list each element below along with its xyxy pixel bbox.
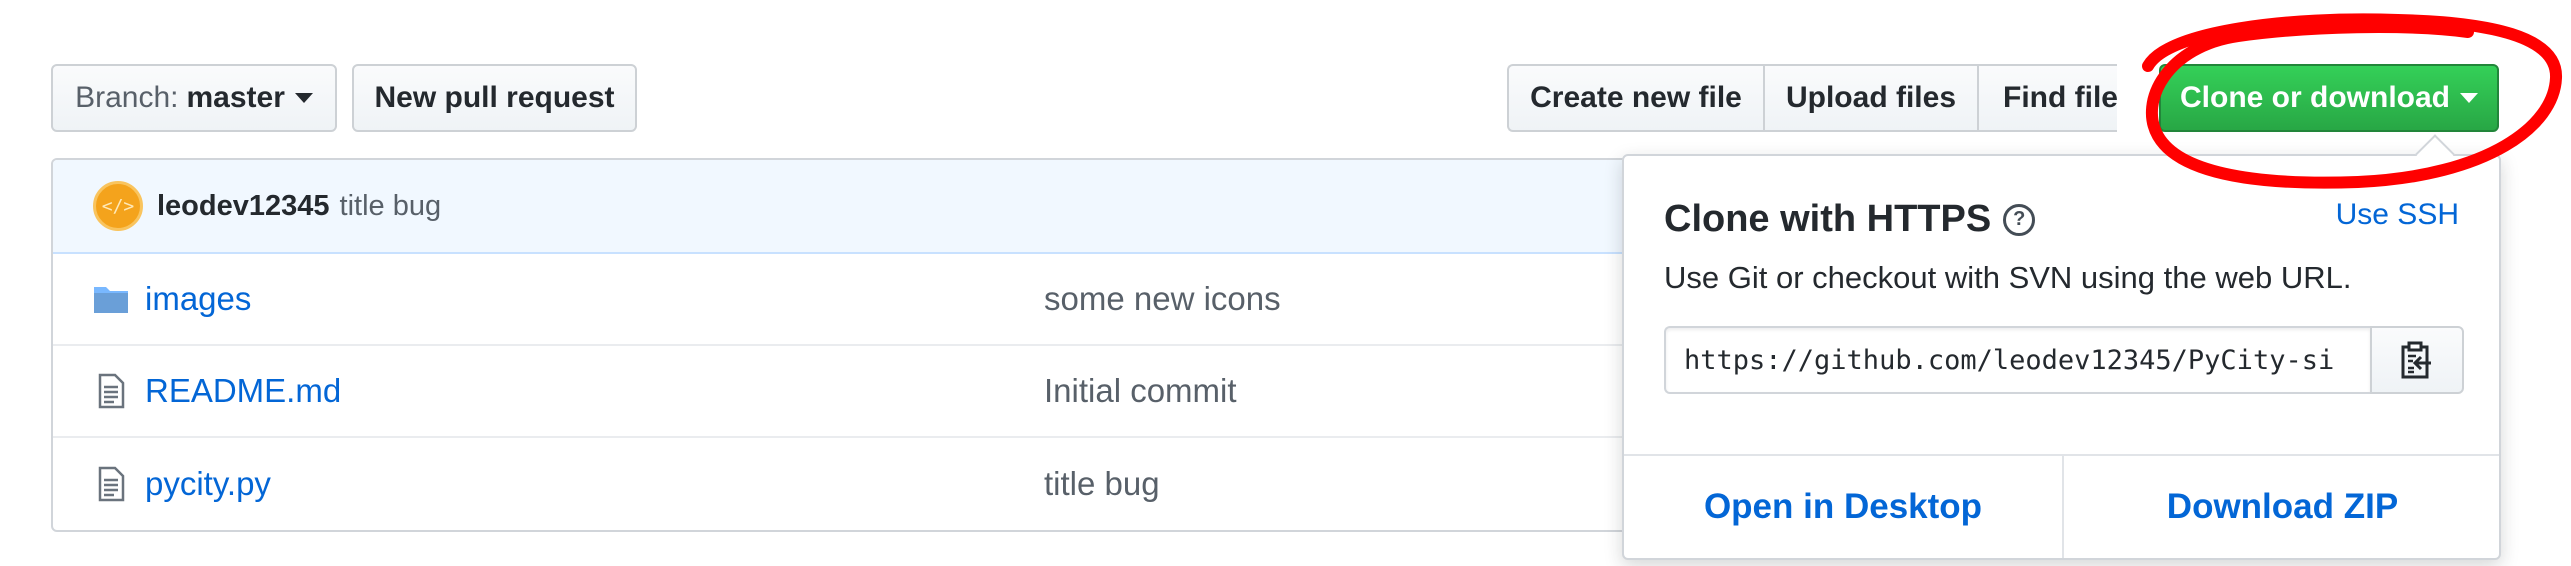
find-file-button[interactable]: Find file: [1977, 64, 2117, 132]
file-commit-message[interactable]: some new icons: [1044, 280, 1281, 318]
upload-files-label: Upload files: [1785, 81, 1957, 114]
find-file-label: Find file: [2003, 81, 2117, 114]
new-pull-request-label: New pull request: [374, 81, 615, 114]
branch-prefix: Branch:: [75, 81, 179, 114]
upload-files-button[interactable]: Upload files: [1763, 64, 1977, 132]
folder-icon: [94, 287, 128, 313]
commit-author[interactable]: leodev12345: [157, 190, 330, 223]
copy-to-clipboard-button[interactable]: [2370, 326, 2464, 394]
clipboard-icon: [2401, 341, 2431, 379]
clone-url-group: [1664, 326, 2464, 394]
question-icon[interactable]: ?: [2003, 203, 2036, 236]
file-actions-group: Create new file Upload files Find file: [1507, 64, 2117, 132]
branch-name: master: [186, 81, 285, 114]
create-new-file-label: Create new file: [1530, 81, 1742, 114]
clone-description: Use Git or checkout with SVN using the w…: [1664, 260, 2352, 295]
file-name-link[interactable]: pycity.py: [145, 465, 271, 503]
file-name-link[interactable]: images: [145, 280, 251, 318]
clone-title: Clone with HTTPS ?: [1664, 198, 2036, 241]
download-zip-button[interactable]: Download ZIP: [2064, 454, 2501, 560]
create-new-file-button[interactable]: Create new file: [1507, 64, 1763, 132]
clone-title-text: Clone with HTTPS: [1664, 198, 1992, 240]
commit-message[interactable]: title bug: [340, 190, 442, 223]
file-commit-message[interactable]: title bug: [1044, 465, 1160, 503]
clone-or-download-label: Clone or download: [2180, 81, 2450, 114]
file-commit-message[interactable]: Initial commit: [1044, 372, 1237, 410]
caret-down-icon: [294, 93, 313, 103]
branch-select-button[interactable]: Branch: master: [51, 64, 337, 132]
file-text-icon: [98, 373, 125, 409]
caret-down-icon: [2460, 93, 2478, 103]
new-pull-request-button[interactable]: New pull request: [352, 64, 637, 132]
popover-arrow: [2415, 134, 2455, 174]
file-name-link[interactable]: README.md: [145, 372, 341, 410]
avatar[interactable]: </>: [93, 181, 143, 231]
clone-popover: Clone with HTTPS ? Use SSH Use Git or ch…: [1622, 134, 2501, 560]
open-in-desktop-button[interactable]: Open in Desktop: [1624, 454, 2062, 560]
clone-url-input[interactable]: [1664, 326, 2370, 394]
clone-or-download-button[interactable]: Clone or download: [2159, 64, 2499, 132]
file-text-icon: [98, 466, 125, 502]
use-ssh-link[interactable]: Use SSH: [2336, 198, 2459, 232]
